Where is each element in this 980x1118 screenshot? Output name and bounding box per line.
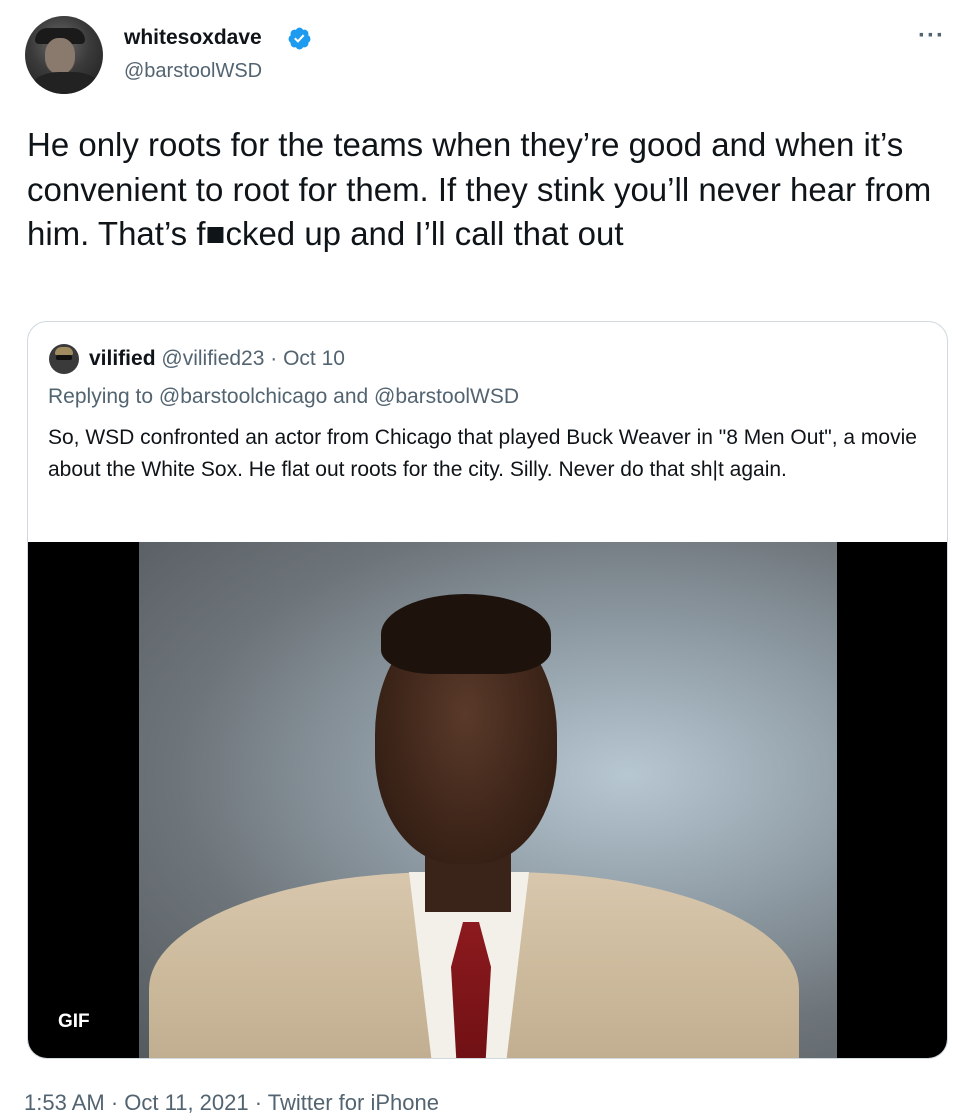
quoted-tweet-card[interactable]: vilified @vilified23 · Oct 10 Replying t…	[27, 321, 948, 1059]
quote-gif-media[interactable]: GIF	[28, 542, 947, 1058]
tweet-timestamp[interactable]: 1:53 AM · Oct 11, 2021 · Twitter for iPh…	[24, 1090, 439, 1116]
quote-header: vilified @vilified23 · Oct 10	[89, 347, 345, 371]
quote-author-handle[interactable]: @vilified23	[161, 347, 264, 370]
quote-separator: ·	[270, 347, 278, 370]
gif-person-hair	[381, 594, 551, 674]
quote-text: So, WSD confronted an actor from Chicago…	[48, 426, 917, 481]
tweet-text: He only roots for the teams when they’re…	[27, 126, 932, 252]
avatar-body	[31, 72, 101, 94]
gif-image	[139, 542, 837, 1058]
quote-avatar-hair	[55, 347, 73, 355]
gif-badge: GIF	[52, 1009, 96, 1035]
verified-badge-icon	[288, 27, 311, 50]
avatar-face	[45, 38, 75, 74]
author-display-name[interactable]: whitesoxdave	[124, 26, 262, 50]
quote-date[interactable]: Oct 10	[283, 347, 345, 370]
quote-author-name[interactable]: vilified	[89, 347, 156, 370]
quote-author-avatar[interactable]	[49, 344, 79, 374]
author-handle[interactable]: @barstoolWSD	[124, 60, 262, 83]
quote-replying-to: Replying to @barstoolchicago and @barsto…	[48, 385, 520, 408]
quote-avatar-glasses	[56, 355, 72, 360]
author-avatar[interactable]	[25, 16, 103, 94]
more-options-icon[interactable]: ···	[918, 22, 945, 50]
